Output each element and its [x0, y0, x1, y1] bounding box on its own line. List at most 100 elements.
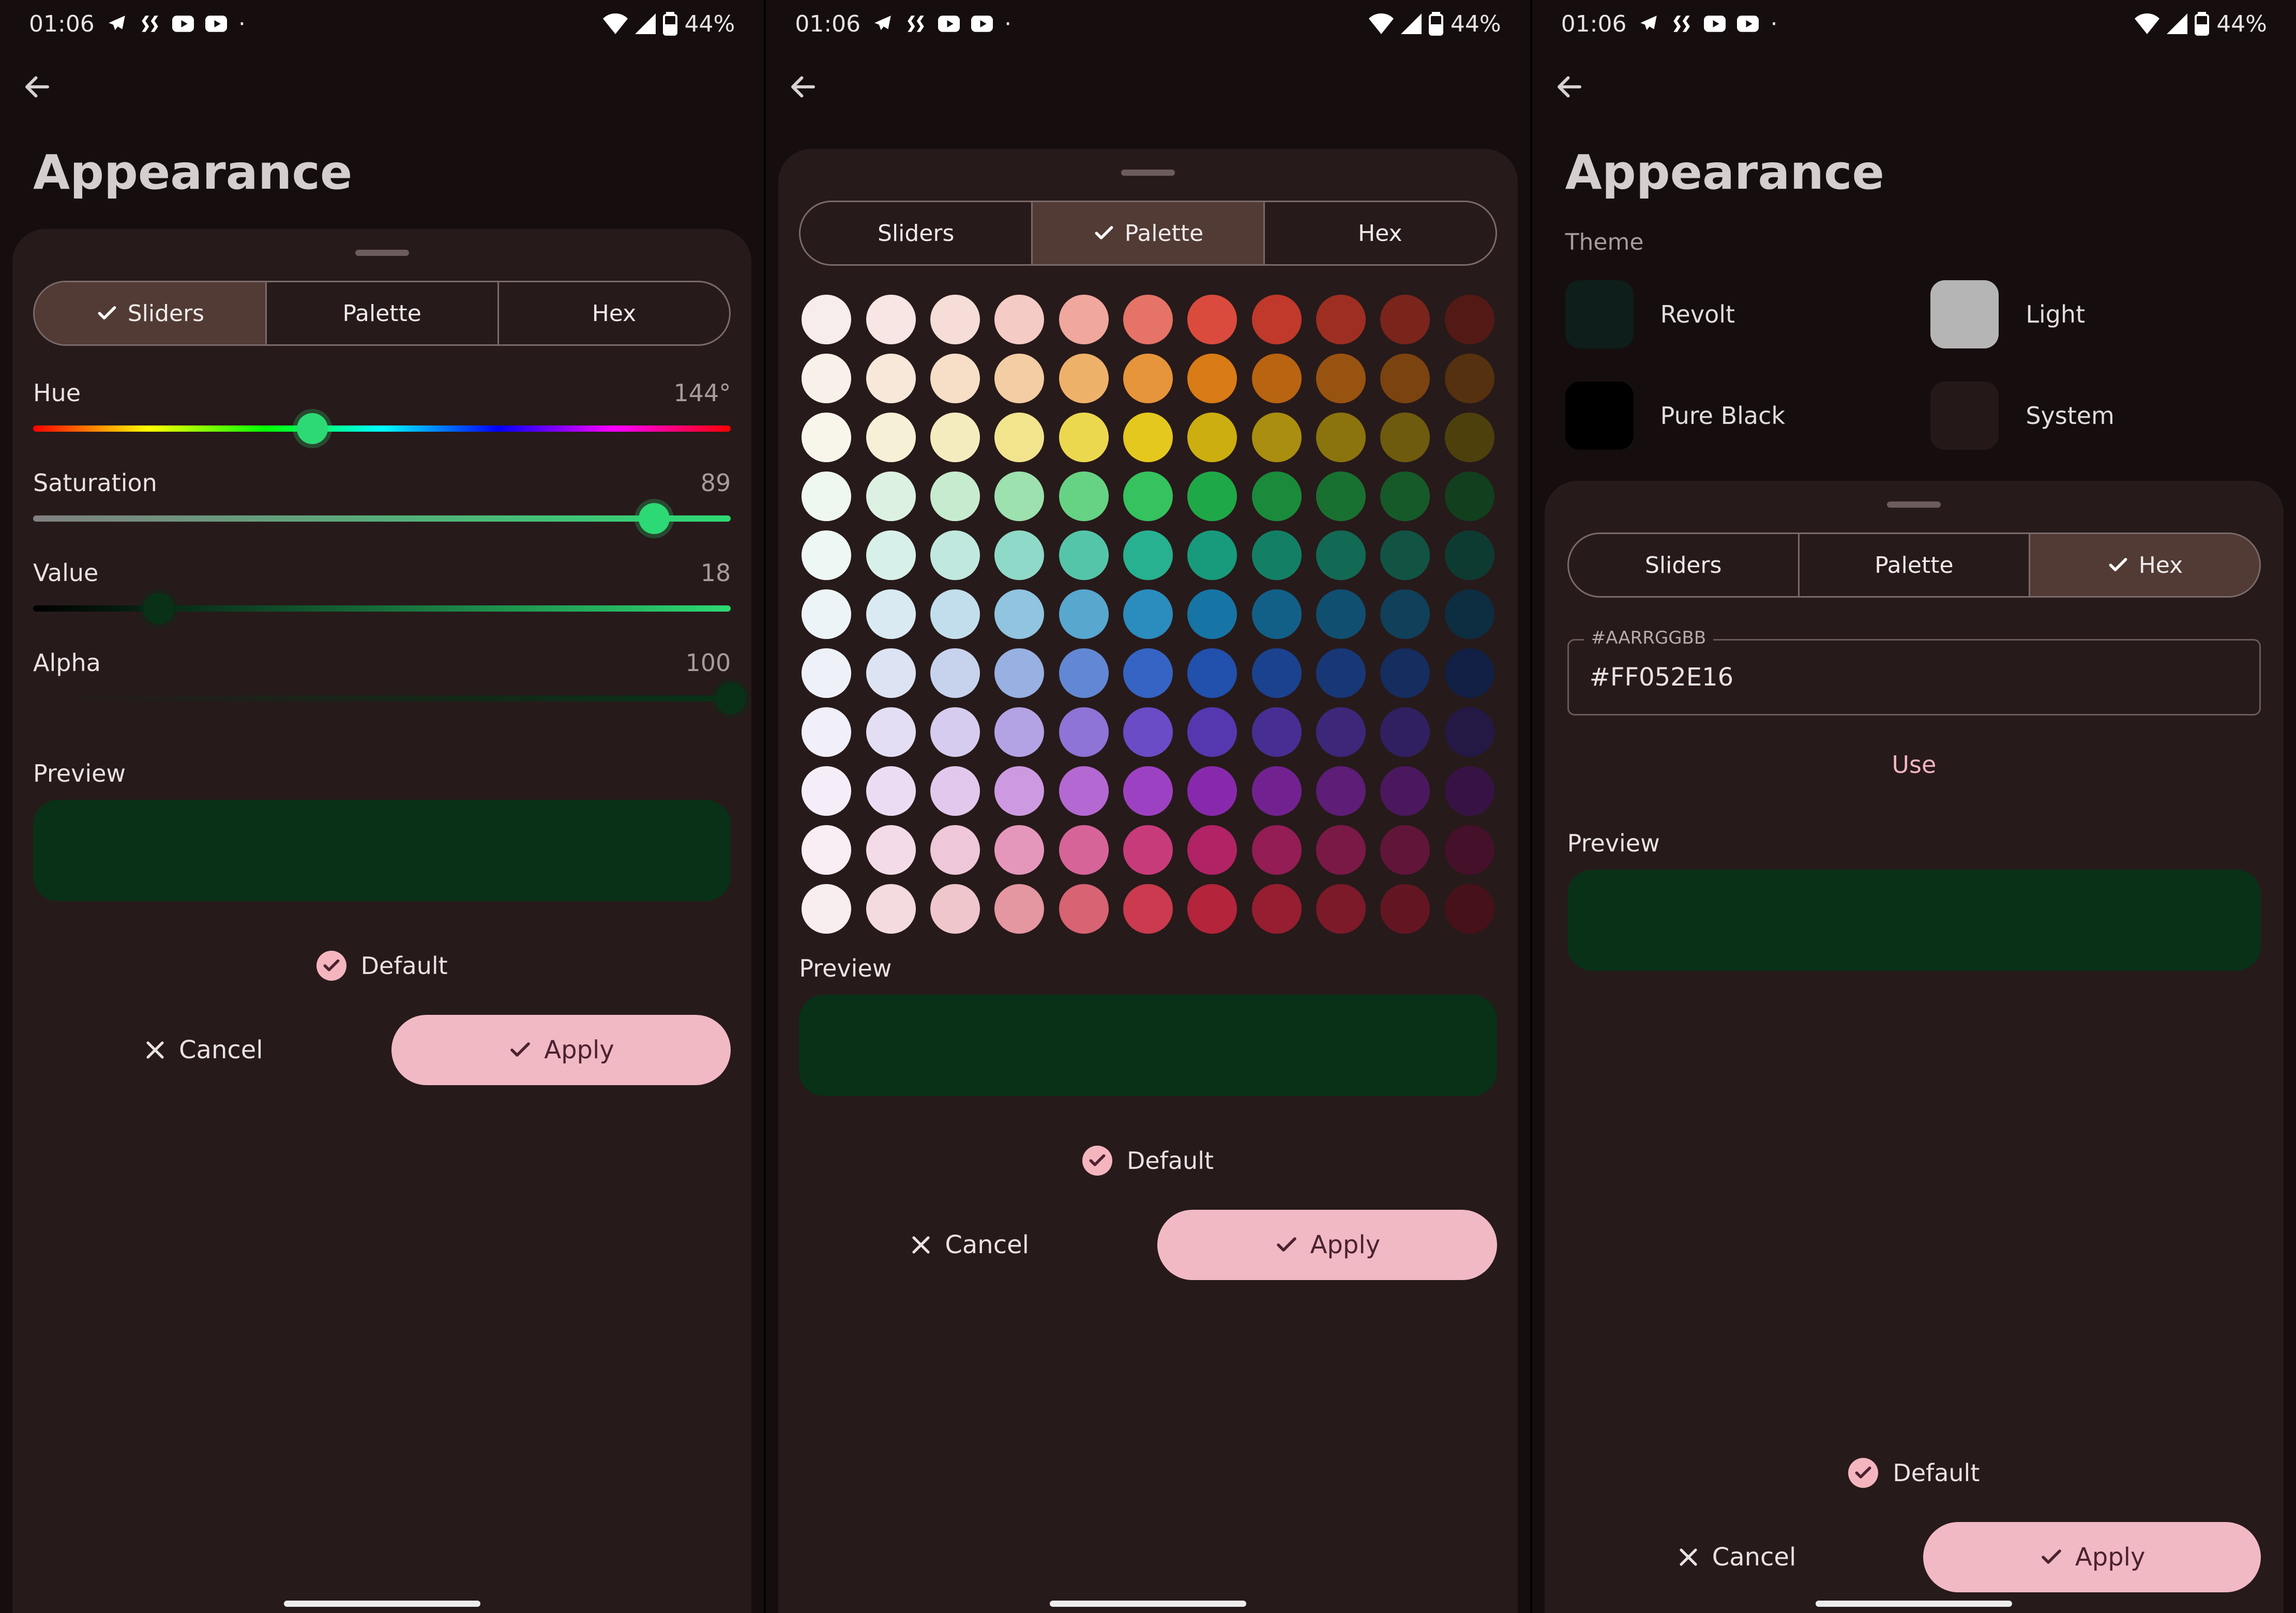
- palette-swatch[interactable]: [1316, 648, 1366, 698]
- palette-swatch[interactable]: [802, 589, 851, 639]
- palette-swatch[interactable]: [930, 295, 980, 344]
- sheet-handle[interactable]: [1887, 501, 1941, 508]
- val-slider[interactable]: [33, 605, 731, 612]
- palette-swatch[interactable]: [1059, 589, 1109, 639]
- palette-swatch[interactable]: [1445, 884, 1494, 934]
- palette-swatch[interactable]: [802, 295, 851, 344]
- palette-swatch[interactable]: [994, 295, 1044, 344]
- palette-swatch[interactable]: [1380, 354, 1430, 403]
- palette-swatch[interactable]: [1445, 766, 1494, 816]
- palette-swatch[interactable]: [866, 354, 916, 403]
- theme-item-system[interactable]: System: [1930, 382, 2263, 450]
- palette-swatch[interactable]: [1059, 648, 1109, 698]
- palette-swatch[interactable]: [1123, 707, 1173, 757]
- palette-swatch[interactable]: [930, 471, 980, 521]
- palette-swatch[interactable]: [1123, 648, 1173, 698]
- palette-swatch[interactable]: [1252, 884, 1302, 934]
- palette-swatch[interactable]: [1059, 884, 1109, 934]
- tab-palette[interactable]: Palette: [265, 282, 497, 344]
- palette-swatch[interactable]: [1123, 471, 1173, 521]
- palette-swatch[interactable]: [1123, 884, 1173, 934]
- palette-swatch[interactable]: [1187, 471, 1237, 521]
- theme-item-revolt[interactable]: Revolt: [1565, 280, 1898, 348]
- tab-hex[interactable]: Hex: [2029, 534, 2259, 596]
- apply-button[interactable]: Apply: [1157, 1210, 1497, 1280]
- palette-swatch[interactable]: [930, 884, 980, 934]
- back-button[interactable]: [1551, 68, 1588, 105]
- palette-swatch[interactable]: [802, 413, 851, 462]
- palette-swatch[interactable]: [866, 530, 916, 580]
- palette-swatch[interactable]: [930, 530, 980, 580]
- theme-item-pure-black[interactable]: Pure Black: [1565, 382, 1898, 450]
- palette-swatch[interactable]: [866, 471, 916, 521]
- palette-swatch[interactable]: [1252, 530, 1302, 580]
- gesture-bar[interactable]: [1816, 1601, 2012, 1607]
- tab-sliders[interactable]: Sliders: [1569, 534, 1798, 596]
- palette-swatch[interactable]: [1316, 471, 1366, 521]
- default-toggle[interactable]: Default: [33, 951, 731, 981]
- palette-swatch[interactable]: [930, 766, 980, 816]
- palette-swatch[interactable]: [1252, 413, 1302, 462]
- palette-swatch[interactable]: [930, 413, 980, 462]
- palette-swatch[interactable]: [1123, 354, 1173, 403]
- palette-swatch[interactable]: [1380, 825, 1430, 875]
- palette-swatch[interactable]: [866, 589, 916, 639]
- palette-swatch[interactable]: [1316, 295, 1366, 344]
- palette-swatch[interactable]: [1187, 884, 1237, 934]
- palette-swatch[interactable]: [1187, 589, 1237, 639]
- tab-hex[interactable]: Hex: [1263, 202, 1496, 264]
- palette-swatch[interactable]: [1380, 471, 1430, 521]
- palette-swatch[interactable]: [930, 825, 980, 875]
- apply-button[interactable]: Apply: [1923, 1522, 2261, 1592]
- palette-swatch[interactable]: [930, 648, 980, 698]
- palette-swatch[interactable]: [1252, 295, 1302, 344]
- palette-swatch[interactable]: [1187, 354, 1237, 403]
- palette-swatch[interactable]: [1187, 707, 1237, 757]
- palette-swatch[interactable]: [802, 825, 851, 875]
- palette-swatch[interactable]: [994, 354, 1044, 403]
- palette-swatch[interactable]: [994, 530, 1044, 580]
- palette-swatch[interactable]: [1059, 354, 1109, 403]
- palette-swatch[interactable]: [1380, 766, 1430, 816]
- palette-swatch[interactable]: [1123, 825, 1173, 875]
- palette-swatch[interactable]: [1380, 707, 1430, 757]
- cancel-button[interactable]: Cancel: [1567, 1522, 1905, 1592]
- palette-swatch[interactable]: [1445, 825, 1494, 875]
- sheet-handle[interactable]: [1121, 170, 1175, 176]
- palette-swatch[interactable]: [1059, 766, 1109, 816]
- sheet-handle[interactable]: [355, 250, 409, 256]
- tab-palette[interactable]: Palette: [1798, 534, 2029, 596]
- palette-swatch[interactable]: [1187, 295, 1237, 344]
- palette-swatch[interactable]: [1316, 589, 1366, 639]
- palette-swatch[interactable]: [866, 766, 916, 816]
- palette-swatch[interactable]: [1252, 471, 1302, 521]
- cancel-button[interactable]: Cancel: [799, 1210, 1139, 1280]
- palette-swatch[interactable]: [930, 707, 980, 757]
- theme-item-light[interactable]: Light: [1930, 280, 2263, 348]
- palette-swatch[interactable]: [802, 354, 851, 403]
- palette-swatch[interactable]: [1059, 295, 1109, 344]
- palette-swatch[interactable]: [866, 295, 916, 344]
- palette-swatch[interactable]: [1252, 648, 1302, 698]
- palette-swatch[interactable]: [802, 648, 851, 698]
- tab-sliders[interactable]: Sliders: [800, 202, 1031, 264]
- tab-sliders[interactable]: Sliders: [35, 282, 265, 344]
- palette-swatch[interactable]: [1445, 471, 1494, 521]
- hue-slider[interactable]: [33, 425, 731, 432]
- palette-swatch[interactable]: [1187, 530, 1237, 580]
- palette-swatch[interactable]: [994, 766, 1044, 816]
- palette-swatch[interactable]: [994, 589, 1044, 639]
- palette-swatch[interactable]: [802, 530, 851, 580]
- palette-swatch[interactable]: [1445, 413, 1494, 462]
- palette-swatch[interactable]: [994, 884, 1044, 934]
- palette-swatch[interactable]: [1252, 825, 1302, 875]
- palette-swatch[interactable]: [1059, 825, 1109, 875]
- palette-swatch[interactable]: [1187, 648, 1237, 698]
- palette-swatch[interactable]: [1316, 413, 1366, 462]
- palette-swatch[interactable]: [866, 825, 916, 875]
- palette-swatch[interactable]: [1380, 295, 1430, 344]
- palette-swatch[interactable]: [1252, 354, 1302, 403]
- palette-swatch[interactable]: [1059, 530, 1109, 580]
- palette-swatch[interactable]: [1380, 589, 1430, 639]
- palette-swatch[interactable]: [1445, 295, 1494, 344]
